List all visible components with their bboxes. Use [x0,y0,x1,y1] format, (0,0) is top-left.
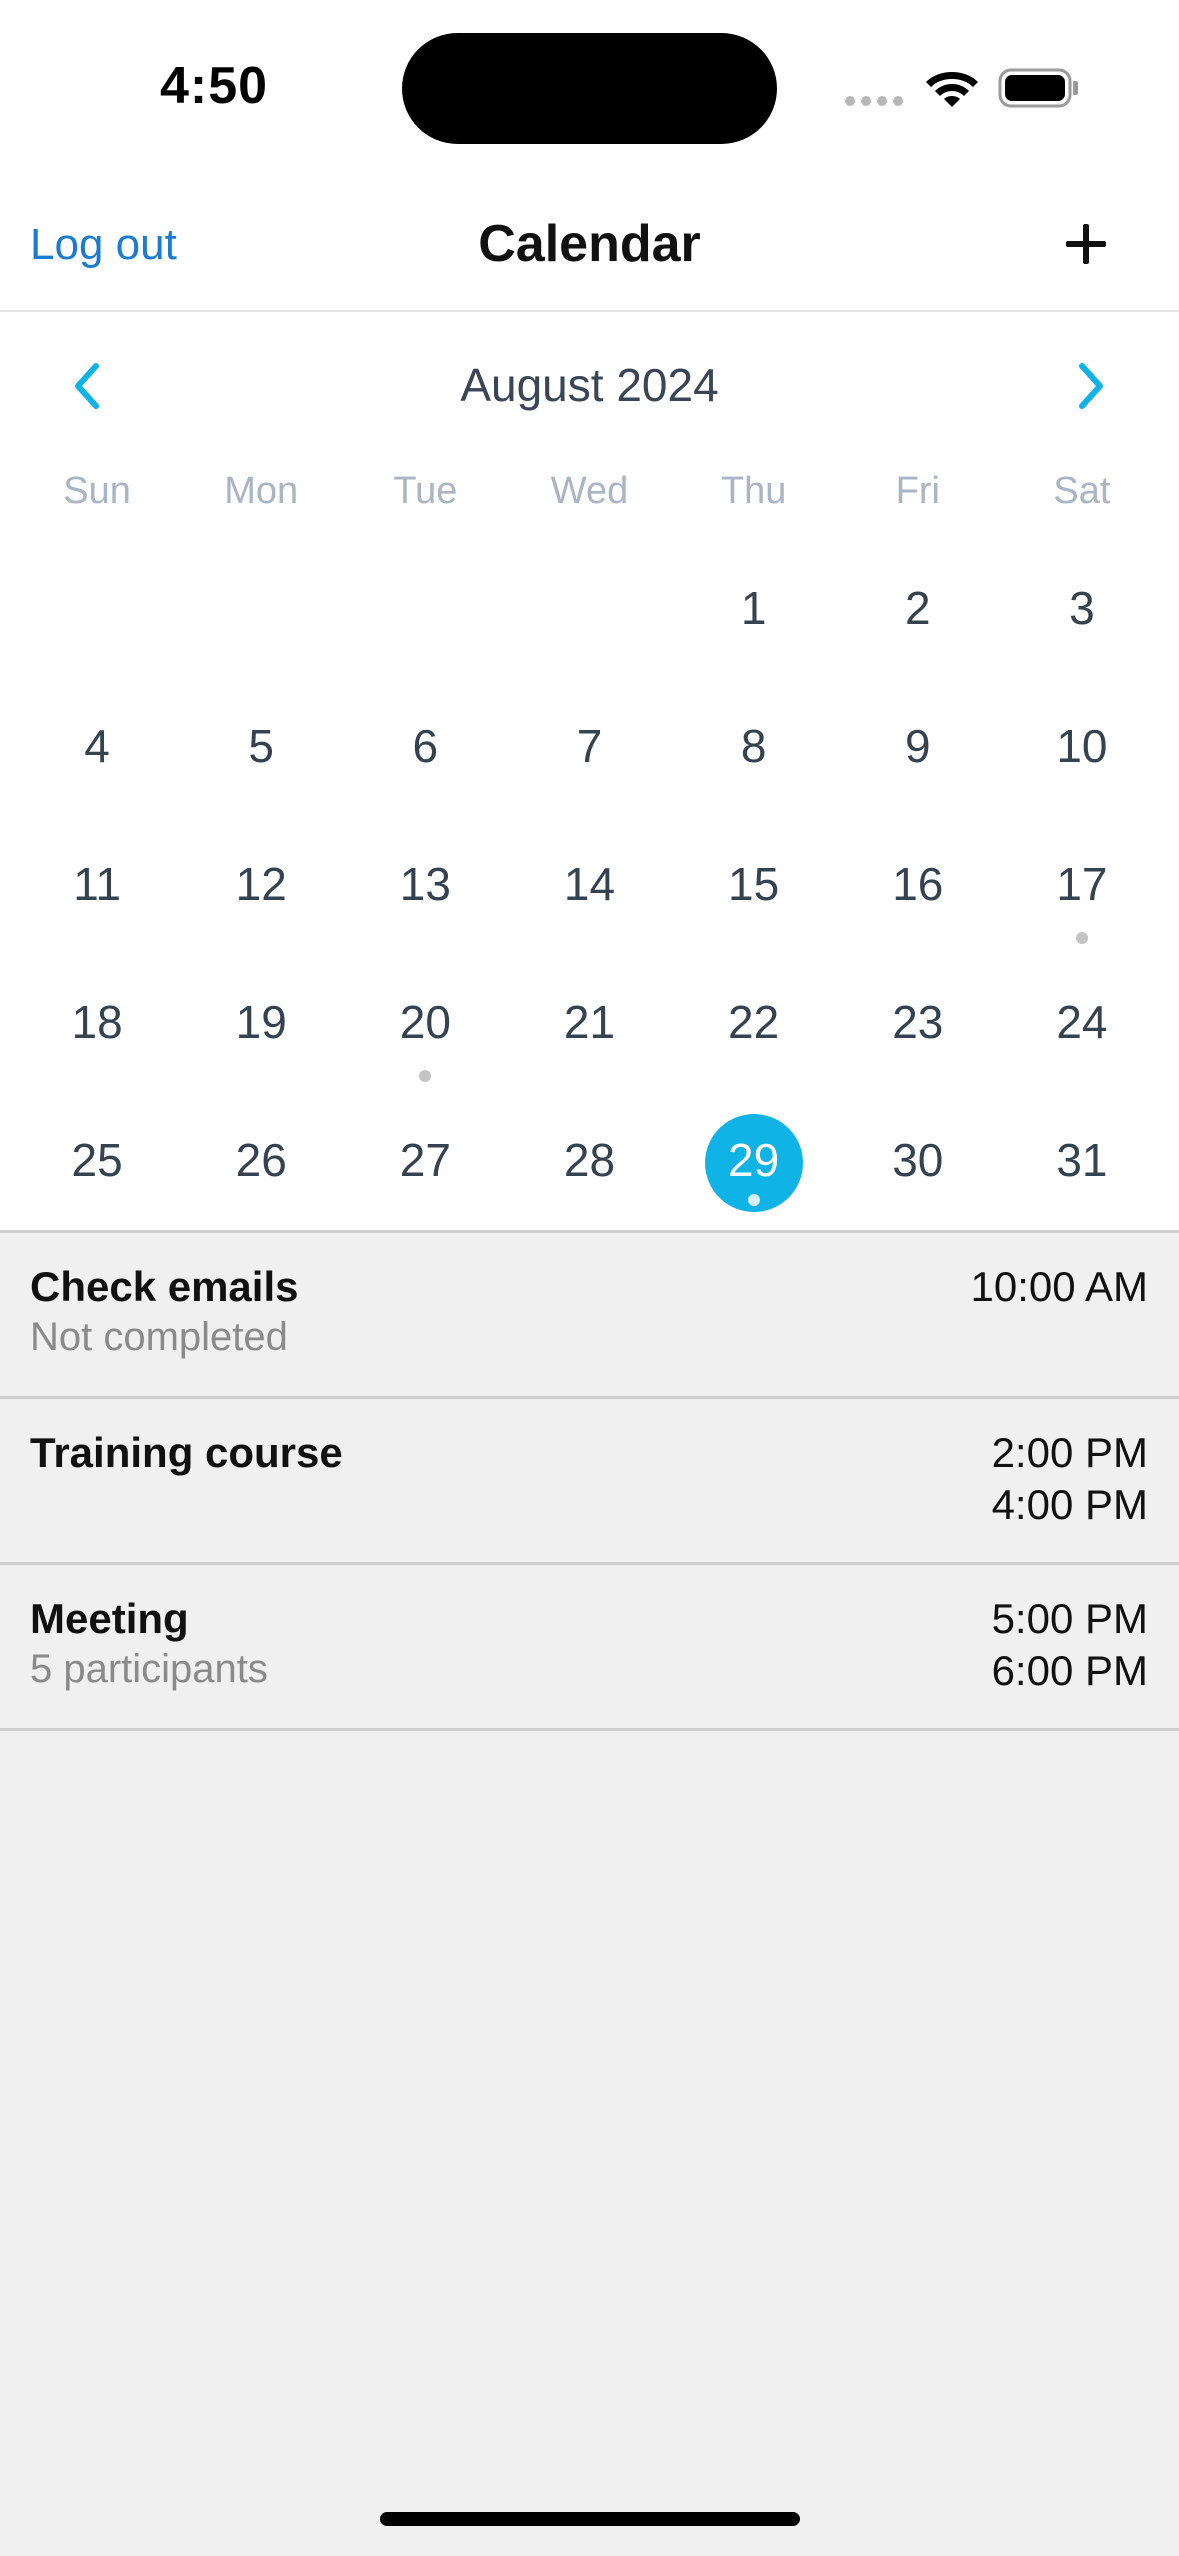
day-number: 22 [728,996,780,1048]
event-end-time: 4:00 PM [991,1481,1148,1528]
weekday-header: Sun Mon Tue Wed Thu Fri Sat [15,470,1164,513]
day-cell-8[interactable]: 8 [672,708,836,846]
day-cell-7[interactable]: 7 [507,708,671,846]
day-cell-11[interactable]: 11 [15,846,179,984]
day-number: 1 [740,582,767,634]
empty-day-cell [179,570,343,708]
event-dot-indicator [1075,932,1088,944]
wifi-icon [926,72,978,107]
day-number: 20 [399,996,451,1048]
event-dot-indicator [747,1194,760,1206]
day-number: 31 [1056,1134,1108,1186]
weekday-label: Thu [720,470,787,512]
day-cell-18[interactable]: 18 [15,984,179,1122]
event-title: Meeting [30,1595,189,1642]
day-number: 27 [399,1134,451,1186]
day-cell-3[interactable]: 3 [1000,570,1164,708]
event-start-time: 5:00 PM [991,1595,1148,1642]
day-number: 24 [1056,996,1108,1048]
day-cell-5[interactable]: 5 [179,708,343,846]
day-number: 14 [563,858,616,910]
day-number: 12 [235,858,287,910]
day-number: 16 [892,858,944,910]
day-cell-24[interactable]: 24 [1000,984,1164,1122]
day-number: 19 [235,996,287,1048]
day-number: 7 [576,720,603,772]
day-number: 6 [412,720,439,772]
weekday-label: Tue [393,470,458,512]
day-cell-9[interactable]: 9 [836,708,1000,846]
event-subtitle: 5 participants [30,1647,268,1691]
day-number: 11 [73,858,121,910]
day-cell-23[interactable]: 23 [836,984,1000,1122]
day-number: 26 [235,1134,287,1186]
status-time: 4:50 [160,57,269,115]
day-cell-16[interactable]: 16 [836,846,1000,984]
day-number: 25 [71,1134,123,1186]
weekday-label: Wed [550,470,629,512]
weekday-label: Fri [895,470,940,512]
home-indicator[interactable] [380,2512,800,2526]
day-cell-20[interactable]: 20 [343,984,507,1122]
day-number: 15 [728,858,780,910]
day-number: 17 [1056,858,1108,910]
event-title: Check emails [30,1263,299,1310]
day-cell-2[interactable]: 2 [836,570,1000,708]
day-number: 10 [1056,720,1108,772]
day-cell-13[interactable]: 13 [343,846,507,984]
plus-icon[interactable] [1062,220,1110,268]
weekday-label: Sat [1053,470,1111,512]
chevron-right-icon[interactable] [1066,360,1114,412]
month-label: August 2024 [460,359,719,411]
battery-icon [998,68,1078,108]
event-start-time: 2:00 PM [991,1429,1148,1476]
day-number: 28 [563,1134,616,1186]
dynamic-island [402,33,777,144]
day-number: 5 [248,720,274,772]
event-item-training-course[interactable]: Training course 2:00 PM 4:00 PM [0,1399,1179,1565]
day-cell-21[interactable]: 21 [507,984,671,1122]
weekday-label: Sun [63,470,131,512]
day-cell-4[interactable]: 4 [15,708,179,846]
day-number: 8 [740,720,767,772]
day-cell-19[interactable]: 19 [179,984,343,1122]
event-item-meeting[interactable]: Meeting 5 participants 5:00 PM 6:00 PM [0,1565,1179,1731]
cellular-signal-icon [845,96,905,106]
calendar-screen: 4:50 Log out Calendar August 2024 Sun Mo… [0,0,1179,1230]
event-end-time: 6:00 PM [991,1647,1148,1694]
day-cell-12[interactable]: 12 [179,846,343,984]
empty-day-cell [507,570,671,708]
navigation-bar: Log out Calendar [0,180,1179,312]
day-number: 3 [1069,582,1095,634]
day-number: 29 [728,1134,780,1186]
calendar-grid: 1 2 3 4 5 6 7 8 9 10 11 12 13 14 15 16 17 18 19 20 21 22 23 24 2… [15,570,1164,1260]
day-cell-10[interactable]: 10 [1000,708,1164,846]
day-number: 2 [904,582,931,634]
day-cell-17[interactable]: 17 [1000,846,1164,984]
day-cell-1[interactable]: 1 [672,570,836,708]
day-number: 30 [892,1134,944,1186]
day-cell-15[interactable]: 15 [672,846,836,984]
event-list: Check emails Not completed 10:00 AM Trai… [0,1230,1179,1731]
day-cell-14[interactable]: 14 [507,846,671,984]
day-cell-6[interactable]: 6 [343,708,507,846]
event-subtitle: Not completed [30,1315,288,1359]
day-number: 4 [84,720,110,772]
event-title: Training course [30,1429,343,1476]
weekday-label: Mon [224,470,299,512]
day-cell-22[interactable]: 22 [672,984,836,1122]
day-number: 9 [904,720,931,772]
page-title: Calendar [478,215,701,273]
day-number: 18 [71,996,123,1048]
day-number: 21 [563,996,616,1048]
event-dot-indicator [419,1070,432,1082]
day-number: 23 [892,996,944,1048]
empty-day-cell [343,570,507,708]
day-number: 13 [399,858,451,910]
event-start-time: 10:00 AM [970,1263,1148,1310]
event-item-check-emails[interactable]: Check emails Not completed 10:00 AM [0,1233,1179,1399]
empty-day-cell [15,570,179,708]
month-navigation: August 2024 [0,350,1179,420]
